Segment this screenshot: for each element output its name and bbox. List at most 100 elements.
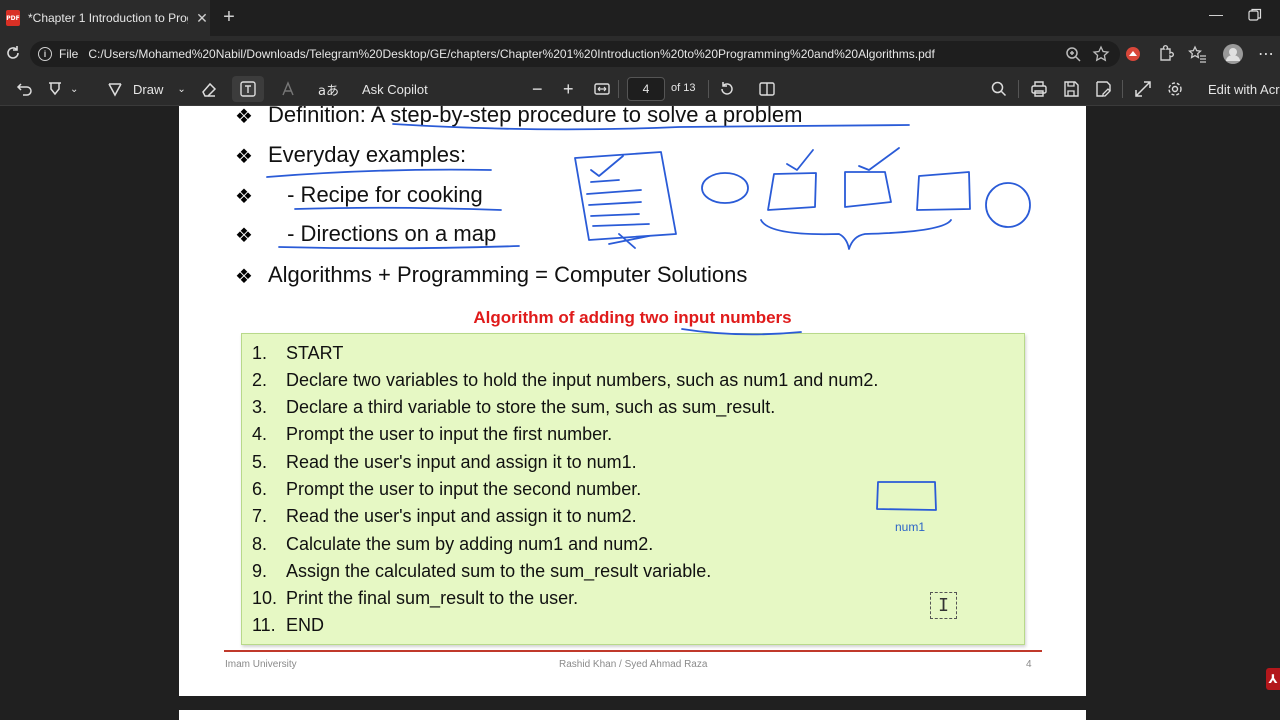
chevron-down-icon[interactable]: ⌄: [70, 84, 78, 95]
bullet-diamond-icon: ❖: [235, 264, 253, 288]
algorithm-step: 8. Calculate the sum by adding num1 and n…: [252, 534, 653, 555]
bullet-text: Algorithms + Programming = Computer Solu…: [268, 262, 748, 287]
algorithm-step: 9. Assign the calculated sum to the sum_r…: [252, 561, 711, 582]
step-number: 2.: [252, 370, 268, 390]
reload-icon[interactable]: [4, 44, 22, 62]
rotate-button[interactable]: [718, 72, 736, 106]
address-bar-row: i File C:/Users/Mohamed%20Nabil/Download…: [0, 36, 1280, 72]
browser-tab[interactable]: PDF *Chapter 1 Introduction to Program ✕: [0, 0, 210, 36]
step-text: Declare two variables to hold the input …: [286, 370, 879, 390]
url-text[interactable]: C:/Users/Mohamed%20Nabil/Downloads/Teleg…: [88, 47, 1028, 61]
bullet-everyday-examples: ❖ Everyday examples:: [179, 142, 1086, 172]
edit-with-acrobat-button[interactable]: Edit with Acrobat: [1208, 72, 1280, 106]
restore-window-button[interactable]: [1248, 8, 1262, 22]
bullet-directions: ❖ - Directions on a map: [179, 221, 1086, 251]
highlighter-icon: [49, 82, 61, 96]
scheme-label: File: [59, 47, 79, 61]
favorite-star-icon[interactable]: [1092, 45, 1110, 63]
bullet-text: - Recipe for cooking: [281, 182, 483, 207]
footer-university: Imam University: [225, 659, 297, 670]
plus-icon: +: [563, 78, 574, 99]
tab-strip: PDF *Chapter 1 Introduction to Program ✕…: [0, 0, 1280, 36]
page-view-icon: [759, 82, 775, 96]
pdf-page[interactable]: ❖ Definition: A step-by-step procedure t…: [179, 106, 1086, 696]
step-number: 6.: [252, 479, 268, 499]
fit-page-button[interactable]: [593, 72, 611, 106]
draw-pen-icon: [108, 83, 122, 97]
algorithm-step: 3. Declare a third variable to store the …: [252, 397, 775, 418]
zoom-out-button[interactable]: −: [532, 72, 543, 106]
print-button[interactable]: [1030, 72, 1048, 106]
algorithm-step: 10. Print the final sum_result to the use…: [252, 588, 578, 609]
bullet-diamond-icon: ❖: [235, 144, 253, 168]
expand-icon: [1135, 81, 1151, 97]
close-tab-icon[interactable]: ✕: [194, 10, 210, 27]
step-text: Read the user's input and assign it to n…: [286, 452, 637, 472]
bullet-diamond-icon: ❖: [235, 106, 253, 128]
pdf-favicon-icon: PDF: [6, 10, 20, 26]
read-aloud-icon: aあ: [318, 83, 339, 99]
save-as-button[interactable]: [1094, 72, 1112, 106]
algorithm-step: 1. START: [252, 343, 343, 364]
rotate-icon: [721, 82, 733, 95]
step-number: 3.: [252, 397, 268, 417]
algorithm-step: 2. Declare two variables to hold the inpu…: [252, 370, 878, 391]
step-text: START: [286, 343, 344, 363]
zoom-icon[interactable]: [1064, 45, 1082, 63]
search-icon: [991, 81, 1007, 97]
new-tab-button[interactable]: +: [218, 7, 240, 29]
more-menu-icon[interactable]: ⋯: [1258, 44, 1274, 64]
draw-button[interactable]: Draw ⌄: [106, 72, 186, 106]
extension-red-icon[interactable]: [1123, 44, 1143, 64]
save-disk-icon: [1064, 81, 1079, 97]
bullet-diamond-icon: ❖: [235, 223, 253, 247]
read-aloud-button[interactable]: aあ: [318, 72, 339, 106]
toolbar-divider: [1018, 80, 1019, 98]
expand-button[interactable]: [1134, 72, 1152, 106]
step-number: 1.: [252, 343, 268, 363]
algorithm-title: Algorithm of adding two input numbers: [473, 308, 792, 327]
ask-copilot-button[interactable]: Ask Copilot: [362, 72, 428, 106]
next-pdf-page-edge[interactable]: [179, 710, 1086, 720]
text-format-button[interactable]: [280, 72, 298, 106]
address-bar[interactable]: i File C:/Users/Mohamed%20Nabil/Download…: [30, 41, 1120, 67]
page-number-input[interactable]: 4: [627, 77, 665, 101]
bullet-definition: ❖ Definition: A step-by-step procedure t…: [179, 106, 1086, 132]
extensions-puzzle-icon[interactable]: [1155, 44, 1175, 64]
find-button[interactable]: [990, 72, 1008, 106]
acrobat-icon[interactable]: ⅄: [1266, 668, 1280, 690]
step-text: Prompt the user to input the first numbe…: [286, 424, 613, 444]
undo-button[interactable]: [16, 72, 34, 106]
step-number: 9.: [252, 561, 268, 581]
chevron-down-icon[interactable]: ⌄: [177, 84, 185, 95]
text-box-button[interactable]: [232, 76, 264, 102]
erase-button[interactable]: [200, 72, 218, 106]
fit-width-icon: [594, 83, 610, 95]
step-text: END: [286, 615, 325, 635]
page-count: of 13: [671, 82, 696, 94]
step-text: Calculate the sum by adding num1 and num…: [286, 534, 654, 554]
bullet-recipe: ❖ - Recipe for cooking: [179, 182, 1086, 212]
step-text: Print the final sum_result to the user.: [286, 588, 579, 608]
algorithm-steps-box: 1. START 2. Declare two variables to hold …: [241, 333, 1025, 645]
settings-button[interactable]: [1166, 72, 1184, 106]
draw-label: Draw: [133, 81, 164, 97]
favorites-icon[interactable]: [1187, 44, 1207, 64]
undo-icon: [16, 83, 32, 96]
step-text: Prompt the user to input the second numb…: [286, 479, 642, 499]
algorithm-step: 7. Read the user's input and assign it to…: [252, 506, 637, 527]
minimize-window-button[interactable]: —: [1206, 6, 1226, 26]
minus-icon: −: [532, 78, 543, 99]
zoom-in-button[interactable]: +: [563, 72, 574, 106]
page-view-button[interactable]: [758, 72, 776, 106]
step-number: 5.: [252, 452, 268, 472]
save-button[interactable]: [1062, 72, 1080, 106]
highlight-button[interactable]: ⌄: [46, 72, 78, 106]
step-number: 10.: [252, 588, 278, 608]
ink-num1-label: num1: [895, 520, 926, 534]
profile-avatar-icon[interactable]: [1222, 43, 1244, 65]
text-box-icon: [240, 81, 256, 97]
gear-icon: [1168, 82, 1182, 96]
footer-rule: [224, 650, 1042, 652]
site-info-icon[interactable]: i: [38, 47, 52, 61]
